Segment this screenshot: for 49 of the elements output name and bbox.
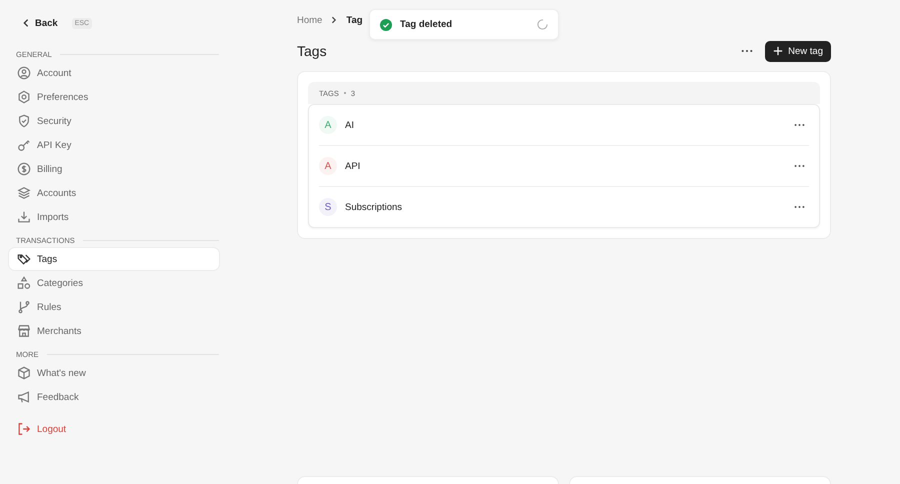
breadcrumb-link[interactable]: Home [297,14,322,26]
layers-icon [17,186,31,200]
more-icon[interactable] [794,205,805,209]
separator-dot [344,92,346,94]
user-icon [17,66,31,80]
dollar-icon [17,162,31,176]
sidebar-item[interactable]: Categories [9,272,219,294]
store-icon [17,324,31,338]
chevron-right-icon [330,16,338,24]
branch-icon [17,300,31,314]
shapes-icon [17,276,31,290]
tag-initial: A [319,116,337,134]
check-circle-icon [380,18,392,30]
sidebar-item[interactable]: Rules [9,296,219,318]
back-button[interactable]: Back [21,18,58,28]
shield-icon [17,114,31,128]
logout-icon [17,422,31,436]
key-icon [17,138,31,152]
new-tag-button[interactable]: New tag [765,40,831,62]
chevron-left-icon [21,18,31,28]
more-icon[interactable] [794,123,805,127]
tag-icon [17,252,31,266]
logout-button[interactable]: Logout [9,418,66,440]
toast-message: Tag deleted [400,19,454,30]
loading-spinner-icon [537,19,548,30]
sidebar-item[interactable]: Preferences [9,86,219,108]
sidebar-item[interactable]: Account [9,62,219,84]
sidebar-item[interactable]: Imports [9,206,219,228]
gear-icon [17,90,31,104]
tag-name[interactable]: AI [345,120,786,130]
sidebar-item[interactable]: Feedback [9,386,219,408]
sidebar-item[interactable]: Security [9,110,219,132]
tag-name[interactable]: Subscriptions [345,202,786,212]
sidebar-item[interactable]: Billing [9,158,219,180]
box-icon [17,366,31,380]
tag-name[interactable]: API [345,160,786,172]
more-icon[interactable] [794,164,805,168]
sidebar-item[interactable]: API Key [9,134,219,156]
tag-initial: A [319,157,337,175]
sidebar-item[interactable]: Merchants [9,320,219,342]
plus-icon [773,46,784,56]
page-title: Tags [297,43,327,59]
sidebar-item[interactable]: Tags [9,248,219,270]
tag-initial: S [319,198,337,216]
sidebar-item[interactable]: What's new [9,362,219,384]
breadcrumb-link[interactable]: Tag [346,14,363,26]
download-icon [17,210,31,224]
sidebar-item[interactable]: Accounts [9,182,219,204]
megaphone-icon [17,390,31,404]
